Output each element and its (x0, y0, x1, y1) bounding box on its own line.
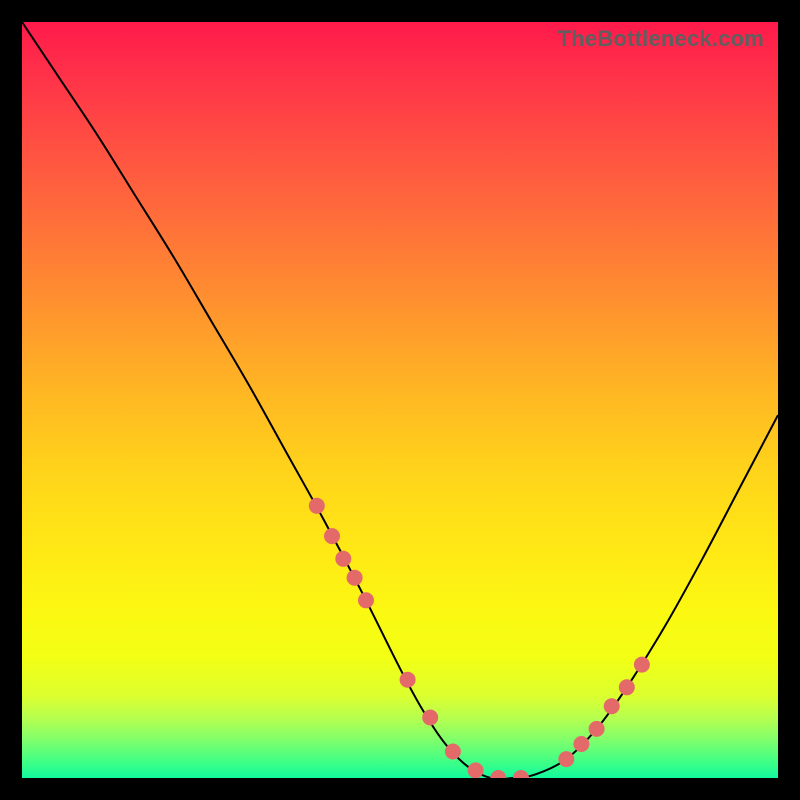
highlight-dot (604, 698, 620, 714)
highlight-dot (490, 770, 506, 778)
highlight-dot (445, 744, 461, 760)
bottleneck-curve (22, 22, 778, 778)
highlight-dot (589, 721, 605, 737)
highlight-dot (619, 679, 635, 695)
highlight-dot (468, 762, 484, 778)
highlight-dot (309, 498, 325, 514)
highlight-dot (335, 551, 351, 567)
highlight-dot (634, 657, 650, 673)
curve-svg (22, 22, 778, 778)
highlight-dot (400, 672, 416, 688)
plot-area: TheBottleneck.com (22, 22, 778, 778)
highlight-dot (347, 570, 363, 586)
highlight-dot (513, 770, 529, 778)
highlight-dot (422, 710, 438, 726)
chart-frame: TheBottleneck.com (0, 0, 800, 800)
highlight-dot (573, 736, 589, 752)
highlight-dot (558, 751, 574, 767)
highlight-dot (324, 528, 340, 544)
highlight-dot (358, 592, 374, 608)
marker-group (309, 498, 650, 778)
